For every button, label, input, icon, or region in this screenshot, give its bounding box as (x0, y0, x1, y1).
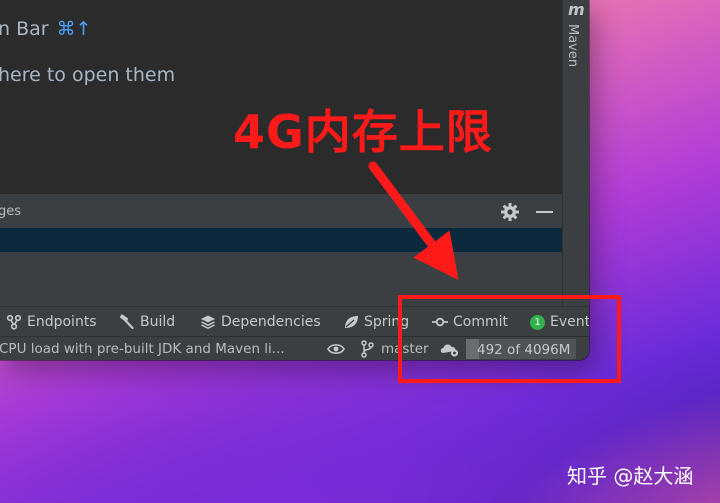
zhihu-watermark: 知乎 @赵大涵 (567, 464, 694, 488)
annotation-arrow (368, 161, 459, 280)
annotation-highlight-box (398, 295, 621, 383)
annotation-overlay (368, 161, 621, 383)
